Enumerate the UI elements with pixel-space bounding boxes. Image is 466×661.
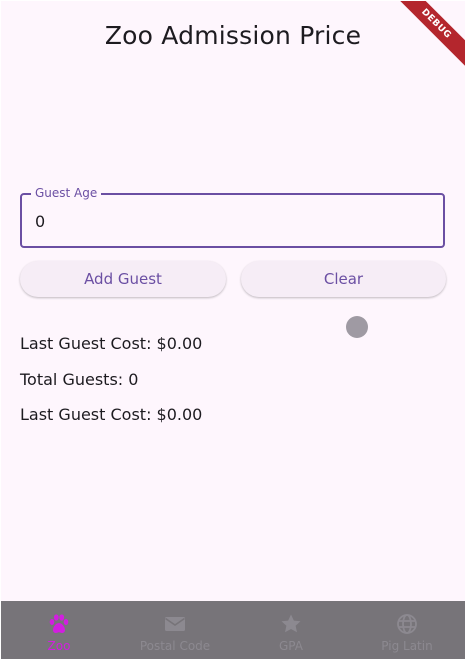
nav-label-gpa: GPA	[279, 639, 303, 653]
nav-item-postal-code[interactable]: Postal Code	[117, 601, 233, 659]
nav-item-gpa[interactable]: GPA	[233, 601, 349, 659]
mail-icon	[165, 617, 185, 631]
last-guest-cost-text-2: Last Guest Cost: $0.00	[20, 405, 203, 424]
nav-item-zoo[interactable]: Zoo	[1, 601, 117, 659]
touch-indicator	[346, 316, 368, 338]
guest-age-value[interactable]: 0	[35, 212, 45, 231]
app-screen: Zoo Admission Price DEBUG Guest Age 0 Ad…	[1, 1, 465, 659]
guest-age-field[interactable]: Guest Age 0	[20, 186, 445, 248]
clear-button[interactable]: Clear	[241, 261, 446, 297]
star-icon	[281, 614, 301, 633]
globe-icon	[397, 614, 417, 634]
nav-label-zoo: Zoo	[47, 639, 71, 653]
nav-item-pig-latin[interactable]: Pig Latin	[349, 601, 465, 659]
add-guest-button[interactable]: Add Guest	[20, 261, 226, 297]
paw-icon	[49, 614, 69, 633]
nav-label-postal-code: Postal Code	[139, 639, 211, 653]
guest-age-label: Guest Age	[31, 186, 102, 200]
page-title: Zoo Admission Price	[104, 21, 362, 50]
last-guest-cost-text: Last Guest Cost: $0.00	[20, 334, 203, 353]
bottom-navigation-bar: Zoo Postal Code GPA Pig Latin	[1, 601, 465, 659]
nav-label-pig-latin: Pig Latin	[381, 639, 433, 653]
total-guests-text: Total Guests: 0	[20, 370, 139, 389]
